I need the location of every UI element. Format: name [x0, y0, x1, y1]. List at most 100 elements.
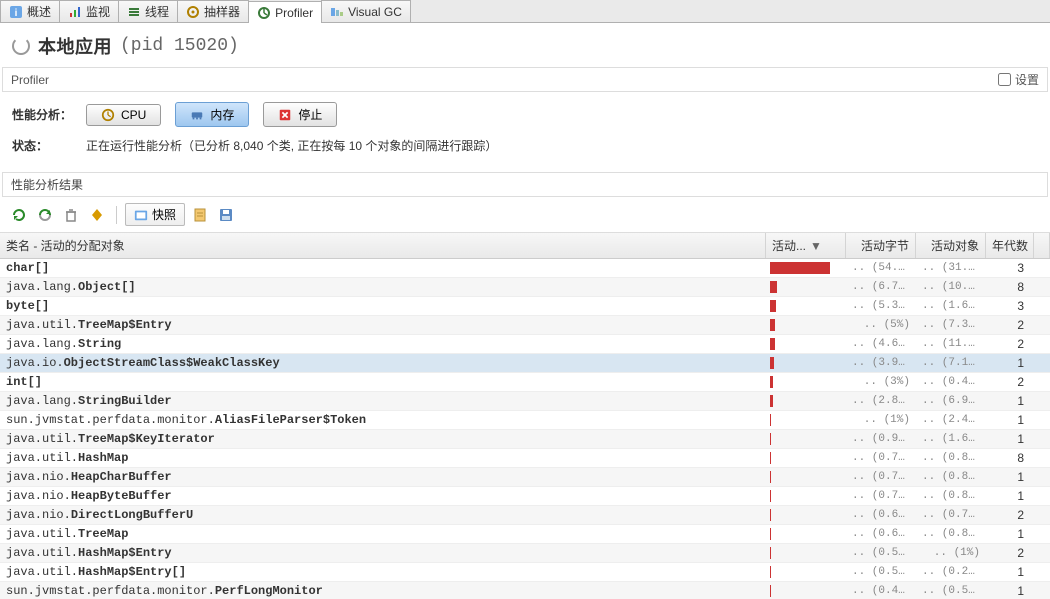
auto-refresh-button[interactable]: [34, 204, 56, 226]
cell-objs: .. (1%): [916, 545, 986, 561]
cell-bytes: .. (2.8%): [846, 393, 916, 409]
refresh-button[interactable]: [8, 204, 30, 226]
table-row[interactable]: java.util.HashMap.. (0.7%).. (0.8%)8: [0, 449, 1050, 468]
cell-bar: [766, 545, 846, 561]
table-row[interactable]: java.lang.StringBuilder.. (2.8%).. (6.9%…: [0, 392, 1050, 411]
table-row[interactable]: java.nio.DirectLongBufferU.. (0.6%).. (0…: [0, 506, 1050, 525]
table-row[interactable]: java.util.HashMap$Entry.. (0.5%).. (1%)2: [0, 544, 1050, 563]
col-bytes[interactable]: 活动字节: [846, 233, 916, 258]
cell-bar: [766, 583, 846, 599]
cell-objs: .. (1.6%): [916, 431, 986, 447]
cell-name: java.util.TreeMap$Entry: [0, 316, 766, 334]
table-body[interactable]: char[].. (54.7%).. (31.4%)3java.lang.Obj…: [0, 259, 1050, 599]
cell-objs: .. (0.2%): [916, 564, 986, 580]
col-objs[interactable]: 活动对象: [916, 233, 986, 258]
table-row[interactable]: java.util.TreeMap$KeyIterator.. (0.9%)..…: [0, 430, 1050, 449]
cell-objs: .. (0.8%): [916, 526, 986, 542]
cell-gen: 1: [986, 487, 1034, 505]
cell-gen: 1: [986, 525, 1034, 543]
status-label: 状态：: [12, 137, 72, 154]
export-button[interactable]: [189, 204, 211, 226]
cell-name: char[]: [0, 259, 766, 277]
stop-button[interactable]: 停止: [263, 102, 337, 127]
cell-bytes: .. (0.4%): [846, 583, 916, 599]
col-bar[interactable]: 活动...▼: [766, 233, 846, 258]
cell-gen: 1: [986, 563, 1034, 581]
cell-bytes: .. (0.5%): [846, 564, 916, 580]
cell-bar: [766, 317, 846, 333]
cell-bytes: .. (0.6%): [846, 507, 916, 523]
loading-spinner-icon: [12, 37, 30, 55]
settings-label: 设置: [1015, 71, 1039, 88]
cell-objs: .. (2.4%): [916, 412, 986, 428]
cell-name: sun.jvmstat.perfdata.monitor.AliasFilePa…: [0, 411, 766, 429]
toolbar-separator: [116, 206, 117, 224]
cell-bytes: .. (5%): [846, 317, 916, 333]
tab-监视[interactable]: 监视: [59, 0, 119, 22]
save-button[interactable]: [215, 204, 237, 226]
svg-text:i: i: [15, 8, 18, 19]
app-pid: (pid 15020): [120, 36, 239, 56]
cell-objs: .. (7.1%): [916, 355, 986, 371]
cell-bar: [766, 564, 846, 580]
cell-gen: 8: [986, 449, 1034, 467]
cell-objs: .. (6.9%): [916, 393, 986, 409]
cell-bytes: .. (0.5%): [846, 545, 916, 561]
cell-bar: [766, 260, 846, 276]
table-row[interactable]: java.util.TreeMap$Entry.. (5%).. (7.3%)2: [0, 316, 1050, 335]
tab-抽样器[interactable]: 抽样器: [177, 0, 249, 22]
settings-toggle[interactable]: 设置: [998, 71, 1039, 88]
app-title-row: 本地应用 (pid 15020): [0, 23, 1050, 63]
table-row[interactable]: sun.jvmstat.perfdata.monitor.AliasFilePa…: [0, 411, 1050, 430]
gc-button[interactable]: [86, 204, 108, 226]
tab-概述[interactable]: i概述: [0, 0, 60, 22]
table-row[interactable]: sun.jvmstat.perfdata.monitor.PerfLongMon…: [0, 582, 1050, 599]
cell-gen: 2: [986, 335, 1034, 353]
memory-button[interactable]: 内存: [175, 102, 249, 127]
delete-button[interactable]: [60, 204, 82, 226]
tab-profiler[interactable]: Profiler: [248, 1, 322, 23]
cell-objs: .. (0.4%): [916, 374, 986, 390]
table-row[interactable]: byte[].. (5.3%).. (1.6%)3: [0, 297, 1050, 316]
gc-icon: [330, 5, 344, 19]
cell-bytes: .. (1%): [846, 412, 916, 428]
table-row[interactable]: java.lang.Object[].. (6.7%).. (10.9%)8: [0, 278, 1050, 297]
cell-name: java.lang.Object[]: [0, 278, 766, 296]
table-row[interactable]: int[].. (3%).. (0.4%)2: [0, 373, 1050, 392]
cell-name: byte[]: [0, 297, 766, 315]
cell-bar: [766, 279, 846, 295]
table-row[interactable]: java.util.TreeMap.. (0.6%).. (0.8%)1: [0, 525, 1050, 544]
cpu-button[interactable]: CPU: [86, 104, 161, 126]
table-row[interactable]: char[].. (54.7%).. (31.4%)3: [0, 259, 1050, 278]
sort-desc-icon: ▼: [810, 239, 822, 253]
settings-checkbox[interactable]: [998, 73, 1011, 86]
cell-bar: [766, 393, 846, 409]
cell-objs: .. (0.8%): [916, 469, 986, 485]
table-row[interactable]: java.io.ObjectStreamClass$WeakClassKey..…: [0, 354, 1050, 373]
analysis-label: 性能分析：: [12, 106, 72, 123]
cell-gen: 1: [986, 582, 1034, 599]
tab-线程[interactable]: 线程: [118, 0, 178, 22]
col-gen[interactable]: 年代数: [986, 233, 1034, 258]
cell-name: int[]: [0, 373, 766, 391]
cell-bar: [766, 374, 846, 390]
cell-bar: [766, 526, 846, 542]
table-row[interactable]: java.util.HashMap$Entry[].. (0.5%).. (0.…: [0, 563, 1050, 582]
cell-bytes: .. (54.7%): [846, 260, 916, 276]
table-row[interactable]: java.lang.String.. (4.6%).. (11.3%)2: [0, 335, 1050, 354]
cell-gen: 2: [986, 373, 1034, 391]
cell-bar: [766, 450, 846, 466]
table-row[interactable]: java.nio.HeapByteBuffer.. (0.7%).. (0.8%…: [0, 487, 1050, 506]
cell-name: java.util.HashMap$Entry: [0, 544, 766, 562]
results-table: 类名 - 活动的分配对象 活动...▼ 活动字节 活动对象 年代数 char[]…: [0, 232, 1050, 599]
col-name[interactable]: 类名 - 活动的分配对象: [0, 233, 766, 258]
table-row[interactable]: java.nio.HeapCharBuffer.. (0.7%).. (0.8%…: [0, 468, 1050, 487]
stop-icon: [278, 108, 292, 122]
cell-bar: [766, 355, 846, 371]
cell-bytes: .. (0.7%): [846, 450, 916, 466]
tab-visual gc[interactable]: Visual GC: [321, 0, 411, 22]
snapshot-button[interactable]: 快照: [125, 203, 185, 226]
sampler-icon: [186, 5, 200, 19]
cell-bytes: .. (6.7%): [846, 279, 916, 295]
top-tabs: i概述监视线程抽样器ProfilerVisual GC: [0, 0, 1050, 23]
